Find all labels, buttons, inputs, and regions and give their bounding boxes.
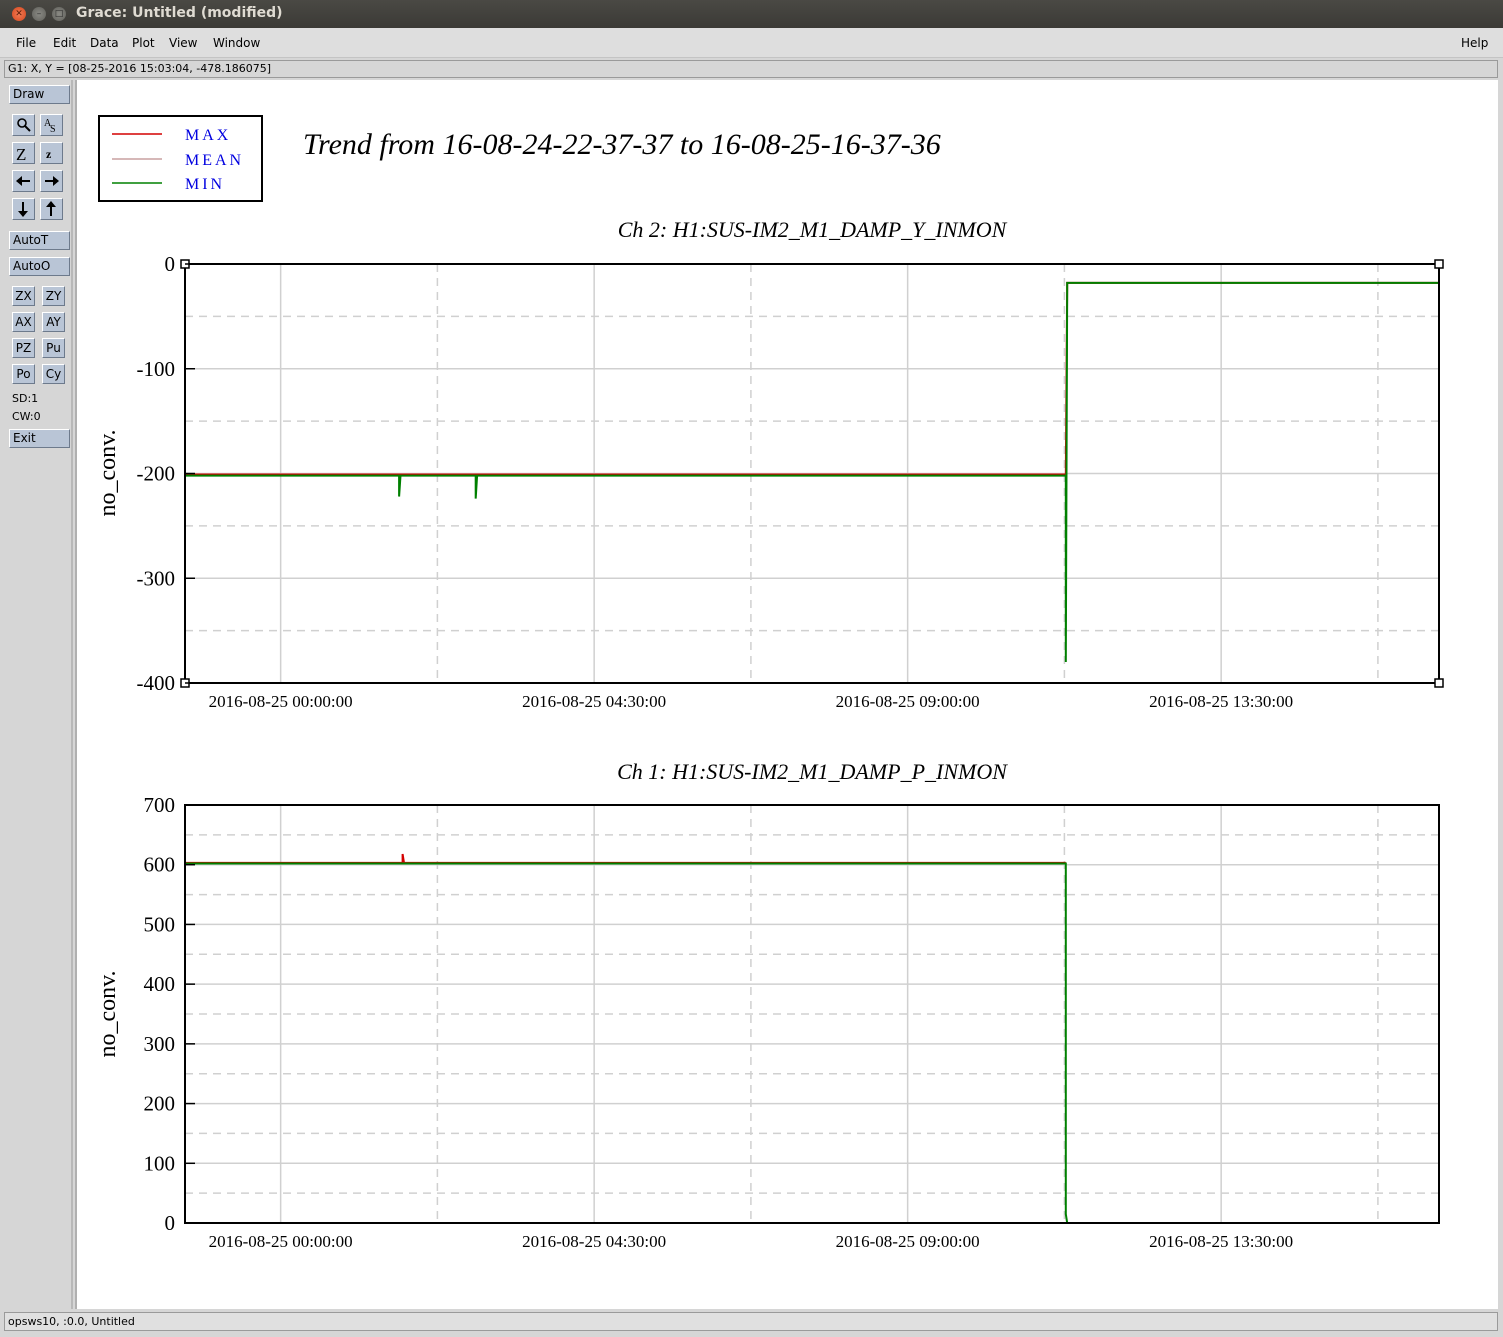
x-tick-label: 2016-08-25 04:30:00 bbox=[522, 1232, 666, 1251]
series-line-min bbox=[185, 281, 1439, 663]
window-title: Grace: Untitled (modified) bbox=[76, 5, 283, 21]
menu-file[interactable]: File bbox=[16, 36, 36, 50]
y-tick-label: -100 bbox=[137, 357, 176, 381]
zoom-in-button[interactable]: Z bbox=[12, 142, 35, 164]
legend-label-mean: MEAN bbox=[185, 152, 244, 169]
x-tick-label: 2016-08-25 00:00:00 bbox=[209, 1232, 353, 1251]
y-tick-label: 500 bbox=[144, 912, 176, 936]
x-tick-label: 2016-08-25 00:00:00 bbox=[209, 692, 353, 711]
menu-view[interactable]: View bbox=[169, 36, 197, 50]
zoom-magnifier-button[interactable] bbox=[12, 114, 35, 136]
legend-label-max: MAX bbox=[185, 127, 231, 144]
plot-ch2: Ch 2: H1:SUS-IM2_M1_DAMP_Y_INMON 0 -100 -20… bbox=[95, 217, 1444, 711]
arrow-up-icon bbox=[46, 201, 56, 216]
arrow-down-icon bbox=[18, 202, 28, 217]
scroll-right-button[interactable] bbox=[40, 170, 63, 192]
magnifier-icon bbox=[17, 118, 31, 132]
maximize-icon[interactable]: □ bbox=[52, 7, 66, 21]
chart-title: Trend from 16-08-24-22-37-37 to 16-08-25… bbox=[303, 128, 941, 161]
selection-handle bbox=[1434, 678, 1444, 688]
tool-panel: Draw AS Z z AutoT AutoO ZX ZY AX AY PZ P… bbox=[4, 80, 73, 1309]
y-tick-label: -400 bbox=[137, 671, 176, 695]
y-axis-label: no_conv. bbox=[95, 429, 121, 516]
title-bar: ✕ – □ Grace: Untitled (modified) bbox=[0, 0, 1503, 28]
zy-button[interactable]: ZY bbox=[42, 286, 65, 306]
autoo-button[interactable]: AutoO bbox=[9, 257, 70, 276]
text-scale-icon: AS bbox=[44, 118, 56, 135]
x-tick-label: 2016-08-25 13:30:00 bbox=[1149, 1232, 1293, 1251]
svg-text:z: z bbox=[46, 147, 52, 161]
menu-bar: File Edit Data Plot View Window Help bbox=[0, 28, 1503, 58]
zoom-out-button[interactable]: z bbox=[40, 142, 63, 164]
svg-text:Z: Z bbox=[16, 145, 26, 163]
y-tick-label: 200 bbox=[144, 1092, 176, 1116]
zoom-small-z-icon: z bbox=[46, 147, 52, 161]
set-depth-label: SD:1 bbox=[12, 392, 39, 405]
arrow-right-icon bbox=[45, 176, 59, 186]
cy-button[interactable]: Cy bbox=[42, 364, 65, 384]
pz-button[interactable]: PZ bbox=[12, 338, 35, 358]
menu-data[interactable]: Data bbox=[90, 36, 119, 50]
x-tick-label: 2016-08-25 09:00:00 bbox=[836, 1232, 980, 1251]
svg-text:S: S bbox=[50, 124, 56, 135]
status-bar: opsws10, :0.0, Untitled bbox=[4, 1312, 1498, 1331]
menu-window[interactable]: Window bbox=[213, 36, 260, 50]
chart-svg: MAX MEAN MIN Trend from 16-08-24-22-37-3… bbox=[95, 115, 1444, 1251]
x-tick-label: 2016-08-25 04:30:00 bbox=[522, 692, 666, 711]
current-world-label: CW:0 bbox=[12, 410, 41, 423]
menu-edit[interactable]: Edit bbox=[53, 36, 76, 50]
series-line-max bbox=[185, 853, 1066, 864]
zx-button[interactable]: ZX bbox=[12, 286, 35, 306]
y-tick-label: 600 bbox=[144, 853, 176, 877]
plot-canvas[interactable]: MAX MEAN MIN Trend from 16-08-24-22-37-3… bbox=[75, 80, 1498, 1309]
legend-label-min: MIN bbox=[185, 176, 225, 193]
x-tick-label: 2016-08-25 09:00:00 bbox=[836, 692, 980, 711]
coordinate-readout: G1: X, Y = [08-25-2016 15:03:04, -478.18… bbox=[4, 60, 1498, 78]
exit-button[interactable]: Exit bbox=[9, 429, 70, 448]
y-tick-label: 0 bbox=[165, 1211, 176, 1235]
arrow-left-icon bbox=[16, 176, 30, 186]
autoscale-text-button[interactable]: AS bbox=[40, 114, 63, 136]
scroll-left-button[interactable] bbox=[12, 170, 35, 192]
autot-button[interactable]: AutoT bbox=[9, 231, 70, 250]
ay-button[interactable]: AY bbox=[42, 312, 65, 332]
y-tick-label: 400 bbox=[144, 972, 176, 996]
y-tick-label: 700 bbox=[144, 793, 176, 817]
selection-handle bbox=[1434, 259, 1444, 269]
series-line-max bbox=[185, 281, 1439, 476]
x-tick-label: 2016-08-25 13:30:00 bbox=[1149, 692, 1293, 711]
plot-title: Ch 1: H1:SUS-IM2_M1_DAMP_P_INMON bbox=[617, 759, 1008, 784]
grace-window: ✕ – □ Grace: Untitled (modified) File Ed… bbox=[0, 0, 1503, 1337]
y-tick-label: 300 bbox=[144, 1032, 176, 1056]
draw-button[interactable]: Draw bbox=[9, 85, 70, 104]
scroll-up-button[interactable] bbox=[40, 198, 63, 220]
close-icon[interactable]: ✕ bbox=[12, 7, 26, 21]
y-tick-label: 0 bbox=[165, 252, 176, 276]
y-tick-label: 100 bbox=[144, 1151, 176, 1175]
menu-help[interactable]: Help bbox=[1461, 36, 1488, 50]
plot-ch1: Ch 1: H1:SUS-IM2_M1_DAMP_P_INMON 700 600 50… bbox=[95, 759, 1440, 1251]
zoom-large-z-icon: Z bbox=[16, 145, 26, 164]
y-axis-label: no_conv. bbox=[95, 970, 121, 1057]
scroll-down-button[interactable] bbox=[12, 198, 35, 220]
po-button[interactable]: Po bbox=[12, 364, 35, 384]
menu-plot[interactable]: Plot bbox=[132, 36, 155, 50]
y-tick-label: -200 bbox=[137, 462, 176, 486]
y-tick-label: -300 bbox=[137, 566, 176, 590]
minimize-icon[interactable]: – bbox=[32, 7, 46, 21]
ax-button[interactable]: AX bbox=[12, 312, 35, 332]
plot-title: Ch 2: H1:SUS-IM2_M1_DAMP_Y_INMON bbox=[618, 217, 1008, 242]
pu-button[interactable]: Pu bbox=[42, 338, 65, 358]
